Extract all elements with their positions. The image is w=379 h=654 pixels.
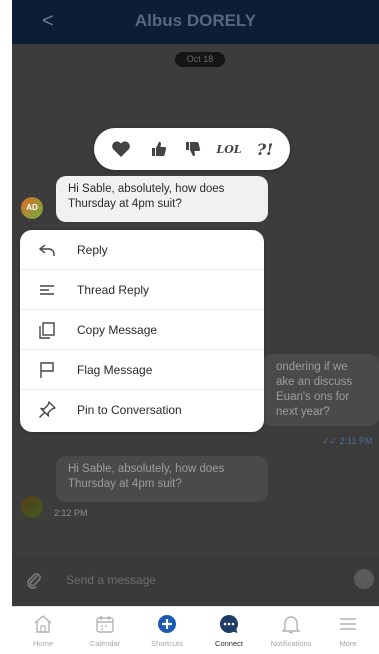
menu-item-label: Reply xyxy=(77,243,108,257)
tab-label: Calendar xyxy=(89,639,121,648)
chat-bubble-icon xyxy=(220,615,238,633)
outgoing-message-bubble[interactable]: ondering if we ake an discuss Euan's ons… xyxy=(262,354,379,426)
reply-icon xyxy=(38,244,55,256)
reaction-picker: LOL ?! xyxy=(94,128,290,170)
react-lol[interactable]: LOL xyxy=(214,137,244,161)
thumbs-up-icon xyxy=(152,141,167,157)
tab-calendar[interactable]: Calendar xyxy=(74,613,136,648)
react-question[interactable]: ?! xyxy=(252,137,278,161)
tab-label: Connect xyxy=(215,639,243,648)
react-thumbs-down[interactable] xyxy=(180,137,206,161)
message-time-label: 2:11 PM xyxy=(339,436,373,446)
react-heart[interactable] xyxy=(108,137,134,161)
menu-item-copy-message[interactable]: Copy Message xyxy=(20,310,264,350)
tab-notifications[interactable]: Notifications xyxy=(260,613,322,648)
menu-item-label: Pin to Conversation xyxy=(77,403,182,417)
conversation-header: < Albus DORELY xyxy=(12,0,379,44)
question-exclamation-icon: ?! xyxy=(256,139,274,159)
lol-icon: LOL xyxy=(216,142,242,156)
home-icon xyxy=(34,615,52,633)
menu-item-thread-reply[interactable]: Thread Reply xyxy=(20,270,264,310)
tab-home[interactable]: Home xyxy=(12,613,74,648)
copy-icon xyxy=(39,322,55,339)
tab-label: Notifications xyxy=(270,639,312,648)
conversation-title: Albus DORELY xyxy=(134,11,257,30)
tab-shortcuts[interactable]: Shortcuts xyxy=(136,613,198,648)
emoji-icon[interactable] xyxy=(354,569,374,589)
menu-item-pin-to-conversation[interactable]: Pin to Conversation xyxy=(20,390,264,430)
menu-item-label: Thread Reply xyxy=(77,283,150,297)
avatar[interactable]: AD xyxy=(21,197,43,219)
message-input[interactable]: Send a message xyxy=(66,573,156,587)
react-thumbs-up[interactable] xyxy=(146,137,172,161)
menu-item-label: Copy Message xyxy=(77,323,158,337)
heart-icon xyxy=(112,141,130,157)
thumbs-down-icon xyxy=(186,141,201,157)
menu-item-reply[interactable]: Reply xyxy=(20,230,264,270)
phone-screen: < Albus DORELY Oct 18 AD Hi Sable, absol… xyxy=(12,0,379,654)
selected-message-bubble[interactable]: Hi Sable, absolutely, how does Thursday … xyxy=(56,176,268,222)
message-composer: Send a message xyxy=(12,558,379,606)
tab-connect[interactable]: Connect xyxy=(198,613,260,648)
tab-label: Shortcuts xyxy=(151,639,183,648)
bell-icon xyxy=(281,616,301,634)
message-time: 2:12 PM xyxy=(54,508,88,518)
flag-icon xyxy=(40,362,54,378)
menu-item-flag-message[interactable]: Flag Message xyxy=(20,350,264,390)
message-context-menu: Reply Thread Reply Copy Message Flag Mes… xyxy=(20,230,264,432)
calendar-icon xyxy=(96,616,114,633)
read-check-icon: ✓✓ xyxy=(322,436,338,446)
plus-circle-icon xyxy=(158,615,176,633)
avatar[interactable]: AD xyxy=(21,496,43,518)
pin-icon xyxy=(39,401,56,418)
message-time: ✓✓ 2:11 PM xyxy=(322,436,372,447)
attachment-icon[interactable] xyxy=(24,571,44,591)
thread-icon xyxy=(40,285,54,295)
tab-label: Home xyxy=(32,639,53,648)
incoming-message-bubble[interactable]: Hi Sable, absolutely, how does Thursday … xyxy=(56,456,268,502)
tab-more[interactable]: More xyxy=(317,613,379,648)
bottom-tab-bar: Home Calendar Shortcuts Connect Notifica… xyxy=(12,606,379,654)
tab-label: More xyxy=(339,639,357,648)
menu-icon xyxy=(340,618,356,630)
date-separator: Oct 18 xyxy=(175,52,225,67)
menu-item-label: Flag Message xyxy=(77,363,153,377)
